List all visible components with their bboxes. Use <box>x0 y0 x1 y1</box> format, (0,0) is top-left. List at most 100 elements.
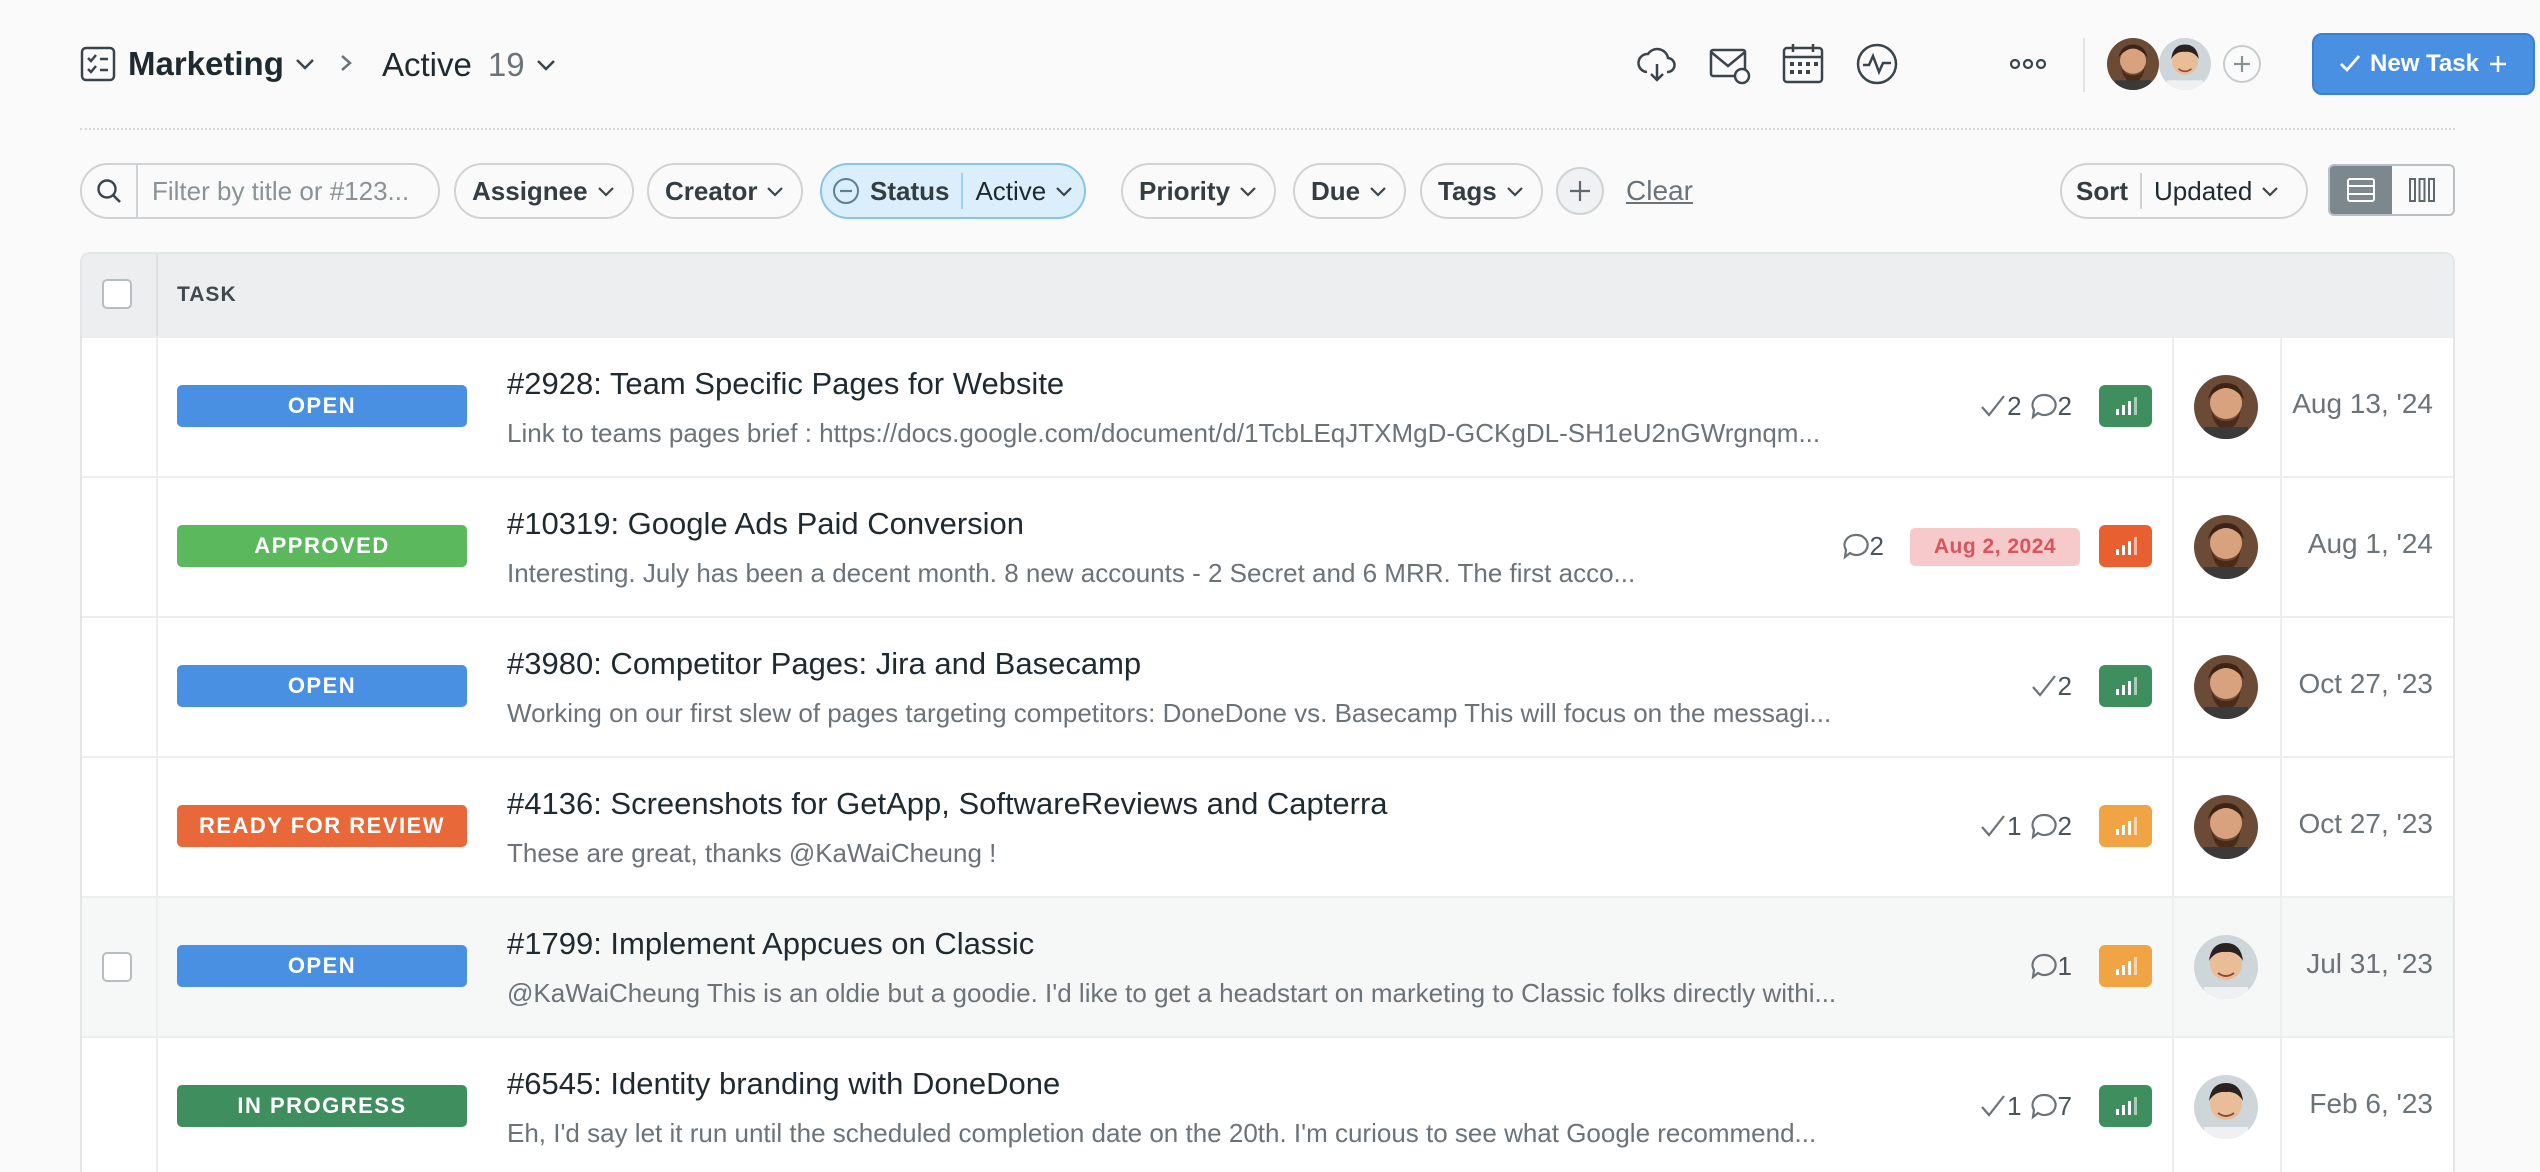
task-title[interactable]: #4136: Screenshots for GetApp, SoftwareR… <box>507 786 1388 822</box>
creator-filter-label: Creator <box>665 175 758 206</box>
comment-icon <box>1842 533 1869 560</box>
board-view-button[interactable] <box>2392 166 2454 214</box>
task-meta: 2 <box>1842 526 1888 566</box>
chevron-right-icon <box>341 55 352 71</box>
remove-filter-icon[interactable] <box>832 177 860 205</box>
project-name: Marketing <box>128 45 284 82</box>
status-badge[interactable]: APPROVED <box>177 525 467 567</box>
status-badge[interactable]: OPEN <box>177 665 467 707</box>
subtask-count: 1 <box>1979 1091 2025 1122</box>
priority-indicator[interactable] <box>2099 945 2152 987</box>
view-switcher[interactable]: Active 19 <box>382 40 557 90</box>
project-switcher[interactable]: Marketing <box>80 38 316 90</box>
assignee-filter[interactable]: Assignee <box>454 163 634 219</box>
updated-date: Jul 31, '23 <box>2306 948 2433 979</box>
task-description: @KaWaiCheung This is an oldie but a good… <box>507 978 1837 1008</box>
list-view-button[interactable] <box>2330 166 2392 214</box>
more-options-icon[interactable] <box>2006 42 2050 86</box>
updated-date: Aug 13, '24 <box>2292 388 2433 419</box>
chevron-down-icon <box>1240 187 1256 197</box>
comment-icon <box>2030 1093 2057 1120</box>
priority-indicator[interactable] <box>2099 805 2152 847</box>
mail-notification-icon[interactable] <box>1708 42 1752 86</box>
priority-indicator[interactable] <box>2099 665 2152 707</box>
new-task-button[interactable]: New Task <box>2312 33 2535 95</box>
task-description: Eh, I'd say let it run until the schedul… <box>507 1118 1817 1148</box>
priority-bars-icon <box>2115 677 2137 695</box>
assignee-avatar[interactable] <box>2194 655 2258 719</box>
table-row[interactable]: READY FOR REVIEW #4136: Screenshots for G… <box>82 756 2453 896</box>
status-filter-value: Active <box>975 175 1047 206</box>
member-avatar[interactable] <box>2159 38 2211 90</box>
priority-filter-label: Priority <box>1139 175 1231 206</box>
task-meta: 12 <box>1979 806 2076 846</box>
assignee-avatar[interactable] <box>2194 515 2258 579</box>
task-title[interactable]: #2928: Team Specific Pages for Website <box>507 366 1064 402</box>
updated-date: Aug 1, '24 <box>2307 528 2433 559</box>
member-avatar[interactable] <box>2107 38 2159 90</box>
task-description: Interesting. July has been a decent mont… <box>507 558 1636 588</box>
search-box[interactable] <box>80 163 440 219</box>
priority-indicator[interactable] <box>2099 525 2152 567</box>
task-title[interactable]: #1799: Implement Appcues on Classic <box>507 926 1034 962</box>
task-description: Working on our first slew of pages targe… <box>507 698 1832 728</box>
due-date-badge[interactable]: Aug 2, 2024 <box>1910 528 2080 566</box>
priority-indicator[interactable] <box>2099 1085 2152 1127</box>
add-filter-button[interactable] <box>1556 167 1604 215</box>
task-title[interactable]: #3980: Competitor Pages: Jira and Baseca… <box>507 646 1141 682</box>
search-input[interactable] <box>138 174 434 208</box>
cloud-download-icon[interactable] <box>1635 42 1679 86</box>
status-badge[interactable]: OPEN <box>177 945 467 987</box>
status-filter[interactable]: Status Active <box>820 163 1087 219</box>
sort-label: Sort <box>2076 175 2128 206</box>
calendar-icon[interactable] <box>1781 42 1825 86</box>
priority-indicator[interactable] <box>2099 385 2152 427</box>
activity-icon[interactable] <box>1855 42 1899 86</box>
due-filter[interactable]: Due <box>1293 163 1407 219</box>
assignee-avatar[interactable] <box>2194 935 2258 999</box>
task-title[interactable]: #6545: Identity branding with DoneDone <box>507 1066 1060 1102</box>
chevron-down-icon <box>767 187 784 197</box>
assignee-avatar[interactable] <box>2194 795 2258 859</box>
creator-filter[interactable]: Creator <box>647 163 804 219</box>
assignee-avatar[interactable] <box>2194 1075 2258 1139</box>
priority-bars-icon <box>2115 1097 2137 1115</box>
table-row[interactable]: OPEN #1799: Implement Appcues on Classic … <box>82 896 2453 1036</box>
table-row[interactable]: OPEN #2928: Team Specific Pages for Websi… <box>82 336 2453 476</box>
tags-filter-label: Tags <box>1438 175 1497 206</box>
priority-bars-icon <box>2115 397 2137 415</box>
task-table: TASK OPEN #2928: Team Specific Pages for … <box>80 252 2455 1172</box>
task-meta: 2 <box>2030 666 2076 706</box>
table-row[interactable]: OPEN #3980: Competitor Pages: Jira and Ba… <box>82 616 2453 756</box>
add-member-button[interactable] <box>2223 45 2261 83</box>
chevron-down-icon <box>1506 187 1523 197</box>
comment-count: 2 <box>1842 531 1888 562</box>
tags-filter[interactable]: Tags <box>1420 163 1543 219</box>
comment-count: 7 <box>2030 1091 2076 1122</box>
table-row[interactable]: APPROVED #10319: Google Ads Paid Conversi… <box>82 476 2453 616</box>
sort-control[interactable]: Sort Updated <box>2060 163 2308 219</box>
row-checkbox[interactable] <box>102 952 132 982</box>
status-badge[interactable]: READY FOR REVIEW <box>177 805 467 847</box>
priority-filter[interactable]: Priority <box>1121 163 1277 219</box>
task-title[interactable]: #10319: Google Ads Paid Conversion <box>507 506 1024 542</box>
plus-icon <box>2489 56 2506 72</box>
task-description: These are great, thanks @KaWaiCheung ! <box>507 838 997 868</box>
clear-filters-link[interactable]: Clear <box>1626 175 1693 207</box>
comment-icon <box>2030 953 2057 980</box>
table-row[interactable]: IN PROGRESS #6545: Identity branding with… <box>82 1036 2453 1172</box>
comment-count: 2 <box>2030 811 2076 842</box>
subtask-count: 2 <box>1979 391 2025 422</box>
subtask-count: 2 <box>2030 671 2076 702</box>
select-all-checkbox[interactable] <box>102 279 132 309</box>
subtask-count: 1 <box>1979 811 2025 842</box>
comment-count: 1 <box>2030 951 2076 982</box>
chevron-down-icon <box>597 187 614 197</box>
task-description: Link to teams pages brief : https://docs… <box>507 418 1821 448</box>
task-meta: 17 <box>1979 1086 2076 1126</box>
assignee-avatar[interactable] <box>2194 375 2258 439</box>
comment-icon <box>2030 393 2057 420</box>
status-badge[interactable]: IN PROGRESS <box>177 1085 467 1127</box>
task-meta: 1 <box>2030 946 2076 986</box>
status-badge[interactable]: OPEN <box>177 385 467 427</box>
